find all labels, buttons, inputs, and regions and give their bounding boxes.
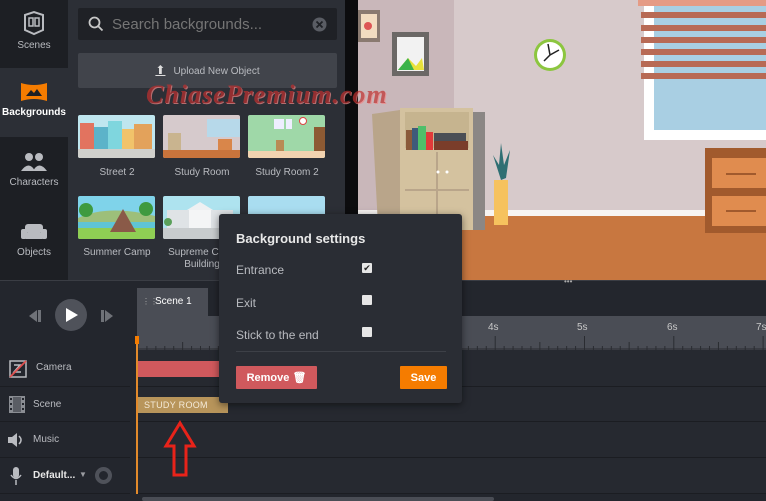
sidebar-item-scenes[interactable]: Scenes: [0, 0, 68, 68]
remove-label: Remove: [246, 372, 290, 384]
search-bar: [78, 8, 337, 40]
sidebar-item-characters[interactable]: Characters: [0, 137, 68, 207]
tab-scene-1[interactable]: ⋮⋮ Scene 1: [137, 288, 208, 316]
music-track-row: [137, 422, 766, 458]
track-camera[interactable]: Camera: [0, 350, 130, 387]
exit-checkbox[interactable]: [362, 295, 372, 305]
trash-icon: 🗑: [292, 372, 307, 384]
speaker-icon: [8, 433, 22, 447]
play-button[interactable]: [55, 299, 87, 331]
track-label-text: Camera: [36, 362, 72, 373]
entrance-checkbox[interactable]: ✔: [362, 263, 372, 273]
street-thumbnail-image: [78, 121, 155, 158]
search-icon: [88, 16, 104, 32]
scenes-cube-icon: [24, 10, 44, 36]
upload-icon: ⬆: [155, 63, 166, 77]
sidebar-item-backgrounds[interactable]: Backgrounds: [0, 68, 68, 137]
track-label-text: Scene: [33, 399, 62, 410]
chevron-down-icon[interactable]: ▼: [79, 470, 87, 479]
background-thumbnail-study-room-2[interactable]: [248, 115, 325, 158]
sidebar-item-label: Backgrounds: [2, 107, 66, 118]
study-room-2-thumbnail-image: [248, 117, 325, 158]
film-icon: [9, 396, 25, 413]
characters-people-icon: [21, 153, 47, 171]
microphone-select[interactable]: Default...: [33, 470, 75, 481]
sidebar-item-label: Scenes: [17, 40, 51, 51]
ruler-label: 4s: [488, 322, 499, 333]
sidebar: Scenes Backgrounds Characters Objects: [0, 0, 68, 280]
background-thumbnail-study-room[interactable]: [163, 115, 240, 158]
next-icon[interactable]: [100, 310, 114, 322]
voice-track-row: [137, 458, 766, 494]
background-thumbnail-summer-camp[interactable]: [78, 196, 155, 239]
background-label: Study Room 2: [255, 167, 319, 178]
search-input[interactable]: [112, 8, 302, 40]
sidebar-item-objects[interactable]: Objects: [0, 207, 68, 280]
tab-label: Scene 1: [155, 296, 192, 307]
camera-icon: [9, 360, 27, 378]
watermark-logo: ChiasePremium.com: [146, 80, 388, 109]
option-label: Stick to the end: [236, 328, 319, 342]
track-scene[interactable]: Scene: [0, 387, 130, 422]
stick-to-end-checkbox[interactable]: [362, 327, 372, 337]
sidebar-item-label: Characters: [9, 177, 59, 188]
play-icon: [66, 308, 78, 322]
background-label: Street 2: [99, 167, 135, 178]
clear-search-icon[interactable]: [312, 17, 327, 32]
sidebar-item-label: Objects: [17, 247, 51, 258]
track-music[interactable]: Music: [0, 422, 130, 458]
background-settings-popup: Background settings Entrance ✔ Exit Stic…: [219, 214, 462, 403]
upload-label: Upload New Object: [173, 66, 260, 77]
microphone-icon: [10, 467, 22, 485]
objects-sofa-icon: [21, 224, 47, 239]
popup-title: Background settings: [236, 231, 366, 246]
summer-camp-thumbnail-image: [78, 202, 155, 239]
drag-handle-icon[interactable]: ⋮⋮: [142, 288, 158, 316]
ruler-label: 6s: [667, 322, 678, 333]
track-label-text: Music: [33, 434, 60, 445]
record-button[interactable]: [95, 467, 112, 484]
ruler-label: 7s: [756, 322, 766, 333]
backgrounds-image-icon: [21, 83, 47, 101]
background-label: Study Room: [174, 167, 230, 178]
playback-controls: [0, 288, 130, 350]
camera-clip[interactable]: [138, 361, 220, 377]
ruler-label: 5s: [577, 322, 588, 333]
drag-handle-icon[interactable]: •••: [564, 277, 572, 286]
save-button[interactable]: Save: [400, 366, 447, 389]
track-voice: Default... ▼: [0, 458, 130, 494]
scene-clip-study-room[interactable]: STUDY ROOM: [138, 397, 228, 413]
playhead[interactable]: [135, 336, 139, 494]
divider: [236, 351, 446, 352]
study-room-thumbnail-image: [163, 119, 240, 158]
timeline-horizontal-scrollbar[interactable]: [142, 497, 494, 501]
option-label: Exit: [236, 296, 257, 310]
remove-button[interactable]: Remove 🗑: [236, 366, 317, 389]
option-label: Entrance: [236, 263, 285, 277]
background-label: Summer Camp: [83, 247, 151, 258]
background-thumbnail-street-2[interactable]: [78, 115, 155, 158]
annotation-arrow-icon: [163, 420, 197, 477]
previous-icon[interactable]: [28, 310, 42, 322]
